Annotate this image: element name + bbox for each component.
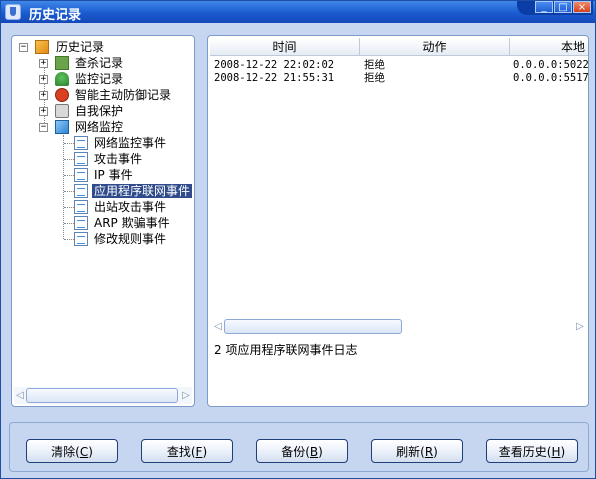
tree-item-network-monitor[interactable]: 网络监控 <box>73 119 125 135</box>
cell-local: 0.0.0.0:5022 <box>513 59 588 71</box>
title-bar[interactable]: 历史记录 _ □ × <box>1 1 595 23</box>
view-history-button-key: H <box>551 444 561 459</box>
status-text: 2 项应用程序联网事件日志 <box>214 343 358 357</box>
backup-button[interactable]: 备份(B) <box>256 439 348 463</box>
refresh-button[interactable]: 刷新(R) <box>371 439 463 463</box>
expand-toggle[interactable]: + <box>39 59 48 68</box>
scroll-right-arrow-icon[interactable]: ▷ <box>574 320 586 333</box>
tree-connector <box>64 223 74 224</box>
document-icon <box>74 152 88 166</box>
column-header-local[interactable]: 本地 <box>510 38 588 56</box>
table-row[interactable]: 2008-12-22 21:55:31 拒绝 0.0.0.0:5517 <box>210 72 588 85</box>
scroll-left-arrow-icon[interactable]: ◁ <box>14 389 26 402</box>
window-controls: _ □ × <box>517 1 593 15</box>
expand-toggle[interactable]: + <box>39 75 48 84</box>
scroll-left-arrow-icon[interactable]: ◁ <box>212 320 224 333</box>
tree-item-self-protection[interactable]: 自我保护 <box>73 103 125 119</box>
lock-icon <box>55 104 69 118</box>
scrollbar-thumb[interactable] <box>224 319 402 334</box>
network-icon <box>55 120 69 134</box>
refresh-button-label: 刷新 <box>396 444 421 459</box>
tree-connector <box>64 175 74 176</box>
column-header-action[interactable]: 动作 <box>360 38 510 56</box>
document-icon <box>74 184 88 198</box>
expand-toggle[interactable]: + <box>39 91 48 100</box>
action-button-bar: 清除(C) 查找(F) 备份(B) 刷新(R) 查看历史(H) <box>9 422 589 472</box>
tree-connector <box>64 159 74 160</box>
table-row[interactable]: 2008-12-22 22:02:02 拒绝 0.0.0.0:5022 <box>210 59 588 72</box>
expand-toggle[interactable]: + <box>39 107 48 116</box>
history-root-icon <box>35 40 49 54</box>
defense-icon <box>55 88 69 102</box>
find-button-key: F <box>195 444 203 459</box>
window-title: 历史记录 <box>29 8 82 23</box>
history-window: 历史记录 _ □ × − 历史记录 + 查杀记录 + 监控记录 + 智能主动防御… <box>0 0 596 479</box>
tree-connector <box>64 143 74 144</box>
tree-connector <box>64 239 74 240</box>
tree-item-attack-events[interactable]: 攻击事件 <box>92 151 144 167</box>
tree-root-history[interactable]: 历史记录 <box>54 39 106 55</box>
minimize-button[interactable]: _ <box>535 1 553 13</box>
find-button-label: 查找 <box>166 444 191 459</box>
document-icon <box>74 216 88 230</box>
tree-item-monitor-records[interactable]: 监控记录 <box>73 71 125 87</box>
close-button[interactable]: × <box>573 1 591 13</box>
tree-item-outbound-attack-events[interactable]: 出站攻击事件 <box>92 199 168 215</box>
scroll-right-arrow-icon[interactable]: ▷ <box>180 389 192 402</box>
document-icon <box>74 136 88 150</box>
tree-item-network-events[interactable]: 网络监控事件 <box>92 135 168 151</box>
tree-connector <box>64 207 74 208</box>
list-horizontal-scrollbar[interactable]: ◁ ▷ <box>212 318 586 335</box>
document-icon <box>74 232 88 246</box>
clear-button-label: 清除 <box>51 444 76 459</box>
maximize-button[interactable]: □ <box>554 1 572 13</box>
backup-button-key: B <box>309 444 319 459</box>
cell-action: 拒绝 <box>364 59 385 71</box>
backup-button-label: 备份 <box>281 444 306 459</box>
find-button[interactable]: 查找(F) <box>141 439 233 463</box>
collapse-toggle[interactable]: − <box>19 43 28 52</box>
tree-item-scan-records[interactable]: 查杀记录 <box>73 55 125 71</box>
tree-horizontal-scrollbar[interactable]: ◁ ▷ <box>14 387 192 404</box>
cell-local: 0.0.0.0:5517 <box>513 72 588 84</box>
tree-item-app-network-events[interactable]: 应用程序联网事件 <box>92 183 193 199</box>
tree-item-rule-change-events[interactable]: 修改规则事件 <box>92 231 168 247</box>
clear-button[interactable]: 清除(C) <box>26 439 118 463</box>
cell-time: 2008-12-22 22:02:02 <box>214 59 335 71</box>
view-history-button-label: 查看历史 <box>498 444 547 459</box>
umbrella-icon <box>55 72 69 86</box>
category-tree[interactable]: − 历史记录 + 查杀记录 + 监控记录 + 智能主动防御记录 + 自我保护 −… <box>11 35 195 407</box>
document-icon <box>74 200 88 214</box>
collapse-toggle[interactable]: − <box>39 123 48 132</box>
cell-time: 2008-12-22 21:55:31 <box>214 72 335 84</box>
tree-connector <box>64 191 74 192</box>
clear-button-key: C <box>79 444 89 459</box>
tree-item-arp-spoof-events[interactable]: ARP 欺骗事件 <box>92 215 172 231</box>
document-icon <box>74 168 88 182</box>
refresh-button-key: R <box>424 444 434 459</box>
cell-action: 拒绝 <box>364 72 385 84</box>
list-header: 时间 动作 本地 <box>210 38 588 56</box>
scan-icon <box>55 56 69 70</box>
column-header-time[interactable]: 时间 <box>210 38 360 56</box>
shield-app-icon <box>5 4 21 20</box>
event-list-panel: 时间 动作 本地 2008-12-22 22:02:02 拒绝 0.0.0.0:… <box>207 35 589 407</box>
tree-item-active-defense[interactable]: 智能主动防御记录 <box>73 87 173 103</box>
view-history-button[interactable]: 查看历史(H) <box>486 439 578 463</box>
scrollbar-thumb[interactable] <box>26 388 178 403</box>
event-list[interactable]: 时间 动作 本地 2008-12-22 22:02:02 拒绝 0.0.0.0:… <box>210 38 588 336</box>
tree-item-ip-events[interactable]: IP 事件 <box>92 167 135 183</box>
